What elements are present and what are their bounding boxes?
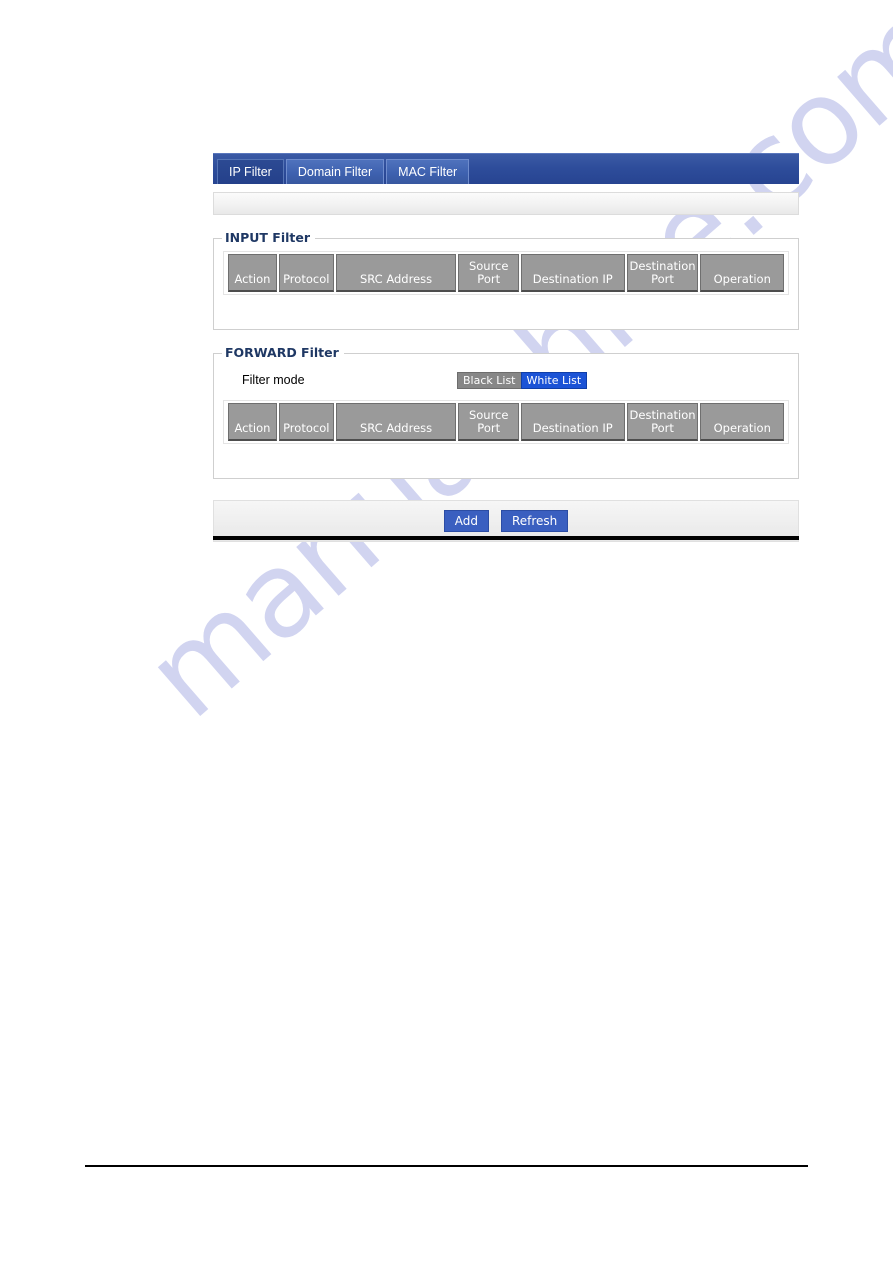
column-header-protocol: Protocol bbox=[278, 403, 334, 441]
ip-filter-page: IP Filter Domain Filter MAC Filter INPUT… bbox=[213, 153, 799, 542]
filter-mode-label: Filter mode bbox=[242, 373, 305, 387]
column-header-operation: Operation bbox=[700, 403, 784, 441]
page-divider-thick bbox=[213, 536, 799, 540]
add-button[interactable]: Add bbox=[443, 510, 489, 532]
column-header-action: Action bbox=[228, 254, 277, 292]
forward-filter-table: Action Protocol SRC Address Source Port … bbox=[223, 400, 789, 444]
filter-mode-black-list-button[interactable]: Black List bbox=[457, 371, 521, 389]
input-filter-header-row: Action Protocol SRC Address Source Port … bbox=[228, 254, 784, 292]
tab-ip-filter-label: IP Filter bbox=[229, 165, 272, 179]
forward-filter-header-table: Action Protocol SRC Address Source Port … bbox=[226, 403, 786, 441]
tab-domain-filter-label: Domain Filter bbox=[297, 165, 373, 179]
input-filter-table: Action Protocol SRC Address Source Port … bbox=[223, 251, 789, 295]
refresh-button[interactable]: Refresh bbox=[500, 510, 569, 532]
forward-filter-legend: FORWARD Filter bbox=[222, 345, 344, 360]
column-header-destination-port: Destination Port bbox=[626, 403, 699, 441]
filter-mode-toggle-group: Black List White List bbox=[457, 371, 588, 389]
column-header-source-port: Source Port bbox=[458, 403, 519, 441]
tab-mac-filter[interactable]: MAC Filter bbox=[386, 159, 470, 184]
tab-ip-filter[interactable]: IP Filter bbox=[217, 159, 284, 184]
filter-mode-white-list-button[interactable]: White List bbox=[520, 371, 588, 389]
page-footer-rule bbox=[85, 1165, 808, 1167]
filter-mode-row: Filter mode Black List White List bbox=[223, 369, 789, 391]
input-filter-legend: INPUT Filter bbox=[222, 230, 316, 245]
input-filter-header-table: Action Protocol SRC Address Source Port … bbox=[226, 254, 786, 292]
column-header-src-address: SRC Address bbox=[335, 254, 457, 292]
column-header-destination-port: Destination Port bbox=[626, 254, 699, 292]
column-header-src-address: SRC Address bbox=[335, 403, 457, 441]
status-bar bbox=[213, 192, 799, 215]
column-header-destination-ip: Destination IP bbox=[520, 403, 625, 441]
column-header-destination-ip: Destination IP bbox=[520, 254, 625, 292]
column-header-action: Action bbox=[228, 403, 277, 441]
forward-filter-panel: FORWARD Filter Filter mode Black List Wh… bbox=[213, 345, 799, 479]
forward-filter-header-row: Action Protocol SRC Address Source Port … bbox=[228, 403, 784, 441]
input-filter-empty-body bbox=[223, 295, 789, 312]
forward-filter-empty-body bbox=[223, 444, 789, 461]
column-header-operation: Operation bbox=[700, 254, 784, 292]
tab-domain-filter[interactable]: Domain Filter bbox=[285, 159, 385, 184]
tab-bar: IP Filter Domain Filter MAC Filter bbox=[213, 153, 799, 184]
column-header-protocol: Protocol bbox=[278, 254, 334, 292]
column-header-source-port: Source Port bbox=[458, 254, 519, 292]
input-filter-panel: INPUT Filter Action Protocol SRC Address… bbox=[213, 230, 799, 330]
tab-mac-filter-label: MAC Filter bbox=[398, 165, 458, 179]
